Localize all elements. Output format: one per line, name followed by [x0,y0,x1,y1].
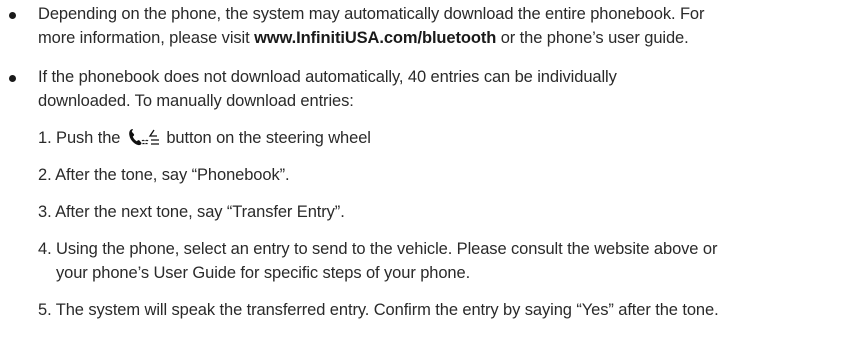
phone-voice-icon [127,127,161,147]
step-1-text: 1. Push the [38,129,125,147]
bluetooth-website-link[interactable]: www.InfinitiUSA.com/bluetooth [254,29,496,47]
step-3: 3. After the next tone, say “Transfer En… [38,203,345,221]
step-4-line-2: your phone’s User Guide for specific ste… [56,264,471,282]
bullet-1-text-end: or the phone’s user guide. [496,29,689,47]
step-1-text-end: button on the steering wheel [161,129,371,147]
bullet-2-line-1: If the phonebook does not download autom… [38,68,617,86]
step-5: 5. The system will speak the transferred… [38,301,719,319]
step-4-line-1: 4. Using the phone, select an entry to s… [38,240,718,258]
bullet-1-text: more information, please visit [38,29,255,47]
step-2: 2. After the tone, say “Phonebook”. [38,166,290,184]
bullet-1-line-2: more information, please visit www.Infin… [38,27,689,49]
step-1: 1. Push the button on the steering wheel [38,127,371,149]
bullet-1-line-1: Depending on the phone, the system may a… [38,5,705,23]
bullet-2-line-2: downloaded. To manually download entries… [38,92,354,110]
bullet-dot [9,12,16,19]
document-page: Depending on the phone, the system may a… [0,0,851,357]
bullet-dot [9,75,16,82]
